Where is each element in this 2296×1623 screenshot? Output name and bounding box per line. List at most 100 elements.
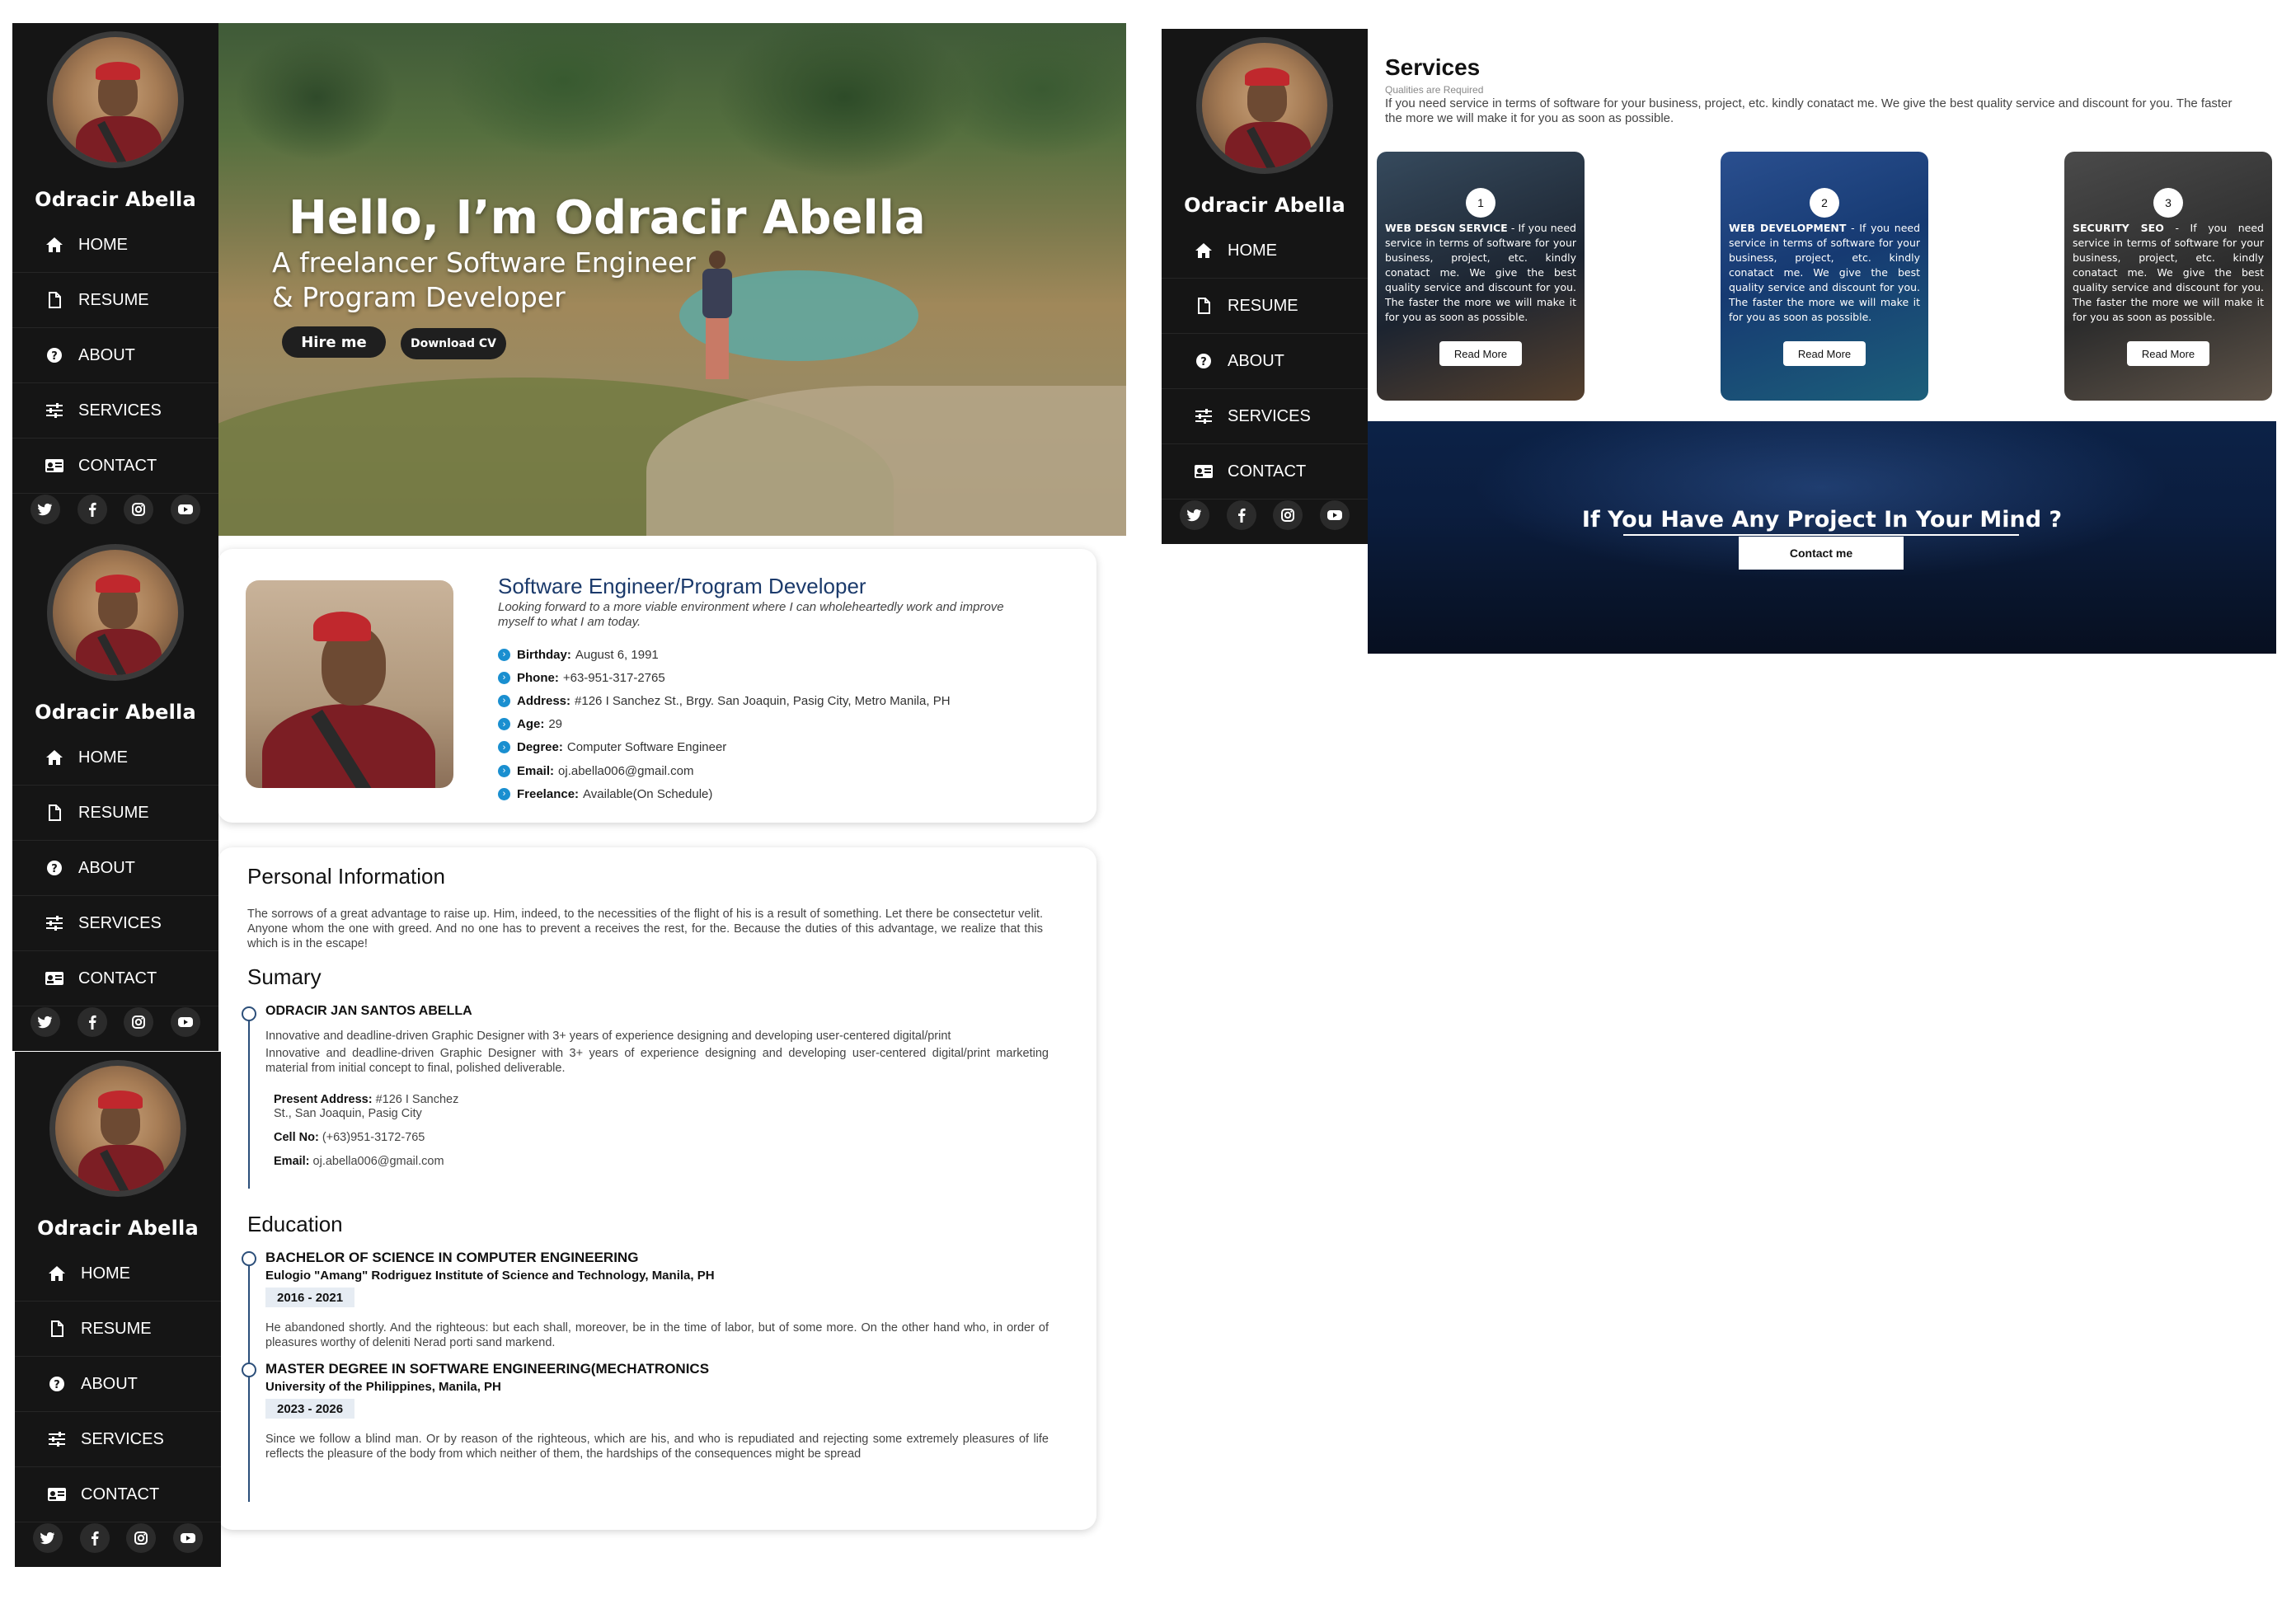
read-more-button[interactable]: Read More	[1439, 341, 1522, 366]
fact-degree: › Degree: Computer Software Engineer	[498, 736, 951, 759]
sidebar-item-about[interactable]: ? ABOUT	[12, 841, 218, 896]
facebook-icon[interactable]	[1226, 500, 1256, 530]
sidebar-item-label: CONTACT	[81, 1485, 160, 1503]
summary-text-1: Innovative and deadline-driven Graphic D…	[265, 1030, 951, 1043]
read-more-button[interactable]: Read More	[1783, 341, 1866, 366]
service-card-web-development: 2 WEB DEVELOPMENT - If you need service …	[1721, 152, 1928, 401]
timeline-dot	[242, 1006, 256, 1021]
sidebar-item-label: ABOUT	[81, 1374, 138, 1393]
facebook-icon[interactable]	[77, 1007, 107, 1037]
sidebar-item-contact[interactable]: CONTACT	[12, 439, 218, 494]
sidebar-item-services[interactable]: SERVICES	[15, 1412, 221, 1467]
hero-heading: Hello, I’m Odracir Abella	[289, 191, 926, 245]
role-title: Software Engineer/Program Developer	[498, 574, 866, 598]
sidebar-item-label: SERVICES	[81, 1429, 164, 1448]
email-address: Email: oj.abella006@gmail.com	[274, 1155, 444, 1168]
facebook-icon[interactable]	[77, 495, 107, 524]
contact-me-button[interactable]: Contact me	[1739, 537, 1904, 570]
sidebar-item-services[interactable]: SERVICES	[1162, 389, 1368, 444]
personal-info-title: Personal Information	[247, 864, 445, 889]
instagram-icon[interactable]	[1273, 500, 1303, 530]
sidebar-item-home[interactable]: HOME	[15, 1246, 221, 1302]
sidebar-item-label: HOME	[78, 748, 128, 767]
svg-text:?: ?	[51, 350, 58, 363]
question-circle-icon: ?	[46, 1375, 68, 1393]
youtube-icon[interactable]	[1319, 500, 1350, 530]
question-circle-icon: ?	[44, 346, 65, 364]
fact-birthday: › Birthday: August 6, 1991	[498, 643, 951, 666]
sidebar-item-about[interactable]: ? ABOUT	[12, 328, 218, 383]
sliders-icon	[46, 1430, 68, 1448]
sidebar-item-resume[interactable]: RESUME	[15, 1302, 221, 1357]
profile-quote: Looking forward to a more viable environ…	[498, 600, 1004, 629]
youtube-icon[interactable]	[170, 495, 200, 524]
instagram-icon[interactable]	[124, 495, 154, 524]
sidebar-item-label: RESUME	[78, 803, 149, 822]
instagram-icon[interactable]	[126, 1523, 157, 1553]
sidebar-item-contact[interactable]: CONTACT	[15, 1467, 221, 1522]
summary-title: Sumary	[247, 964, 322, 989]
service-text: WEB DEVELOPMENT - If you need service in…	[1729, 222, 1921, 323]
sidebar-item-resume[interactable]: RESUME	[12, 786, 218, 841]
sidebar-item-about[interactable]: ? ABOUT	[1162, 334, 1368, 389]
read-more-button[interactable]: Read More	[2127, 341, 2209, 366]
social-links	[1162, 500, 1368, 530]
id-card-icon	[44, 969, 65, 987]
sidebar-item-services[interactable]: SERVICES	[12, 896, 218, 951]
youtube-icon[interactable]	[172, 1523, 203, 1553]
sidebar-item-home[interactable]: HOME	[1162, 223, 1368, 279]
timeline-dot	[242, 1363, 256, 1377]
facebook-icon[interactable]	[79, 1523, 110, 1553]
twitter-icon[interactable]	[33, 1523, 63, 1553]
service-card-web-design: 1 WEB DESGN SERVICE - If you need servic…	[1377, 152, 1585, 401]
education-text: Since we follow a blind man. Or by reaso…	[265, 1433, 1049, 1461]
profile-card: Software Engineer/Program Developer Look…	[218, 549, 1096, 823]
sidebar-item-label: CONTACT	[1228, 462, 1307, 481]
avatar	[49, 1060, 186, 1197]
sidebar-3: Odracir Abella HOME RESUME? ABOUT SERVICES C…	[15, 1052, 221, 1567]
personal-info-text: The sorrows of a great advantage to rais…	[247, 908, 1043, 950]
chevron-right-icon: ›	[498, 671, 510, 684]
sidebar-item-label: SERVICES	[78, 913, 162, 932]
chevron-right-icon: ›	[498, 718, 510, 731]
hire-me-button[interactable]: Hire me	[282, 326, 386, 358]
sidebar-item-services[interactable]: SERVICES	[12, 383, 218, 439]
file-icon	[1193, 297, 1214, 315]
education-years: 2023 - 2026	[265, 1399, 355, 1419]
sliders-icon	[44, 401, 65, 420]
education-degree: MASTER DEGREE IN SOFTWARE ENGINEERING(ME…	[265, 1361, 710, 1377]
service-number: 2	[1810, 188, 1839, 218]
banner-heading: If You Have Any Project In Your Mind ?	[1581, 507, 2063, 532]
youtube-icon[interactable]	[170, 1007, 200, 1037]
summary-name: ODRACIR JAN SANTOS ABELLA	[265, 1004, 472, 1018]
sidebar-item-contact[interactable]: CONTACT	[1162, 444, 1368, 500]
sidebar-item-contact[interactable]: CONTACT	[12, 951, 218, 1006]
instagram-icon[interactable]	[124, 1007, 154, 1037]
sidebar-item-label: HOME	[81, 1264, 130, 1283]
fact-address: › Address: #126 I Sanchez St., Brgy. San J…	[498, 689, 951, 712]
twitter-icon[interactable]	[31, 495, 61, 524]
id-card-icon	[44, 457, 65, 475]
resume-card: Personal Information The sorrows of a gr…	[218, 847, 1096, 1530]
service-text: SECURITY SEO - If you need service in te…	[2073, 222, 2264, 323]
sidebar-item-home[interactable]: HOME	[12, 218, 218, 273]
sidebar-item-resume[interactable]: RESUME	[12, 273, 218, 328]
file-icon	[46, 1320, 68, 1338]
sidebar-item-home[interactable]: HOME	[12, 730, 218, 786]
id-card-icon	[1193, 462, 1214, 481]
profile-name: Odracir Abella	[35, 188, 196, 211]
sidebar-nav: HOME RESUME? ABOUT SERVICES CONTACT	[15, 1246, 221, 1522]
twitter-icon[interactable]	[1180, 500, 1210, 530]
services-title: Services	[1385, 54, 1481, 80]
hero-subtitle: A freelancer Software Engineer & Program…	[272, 246, 696, 313]
service-number: 3	[2153, 188, 2183, 218]
sidebar-item-resume[interactable]: RESUME	[1162, 279, 1368, 334]
profile-name: Odracir Abella	[35, 701, 196, 724]
twitter-icon[interactable]	[31, 1007, 61, 1037]
download-cv-button[interactable]: Download CV	[401, 328, 506, 359]
sidebar-item-label: ABOUT	[1228, 351, 1284, 370]
sidebar-item-about[interactable]: ? ABOUT	[15, 1357, 221, 1412]
home-icon	[1193, 242, 1214, 260]
chevron-right-icon: ›	[498, 741, 510, 754]
sidebar-item-label: CONTACT	[78, 456, 157, 475]
